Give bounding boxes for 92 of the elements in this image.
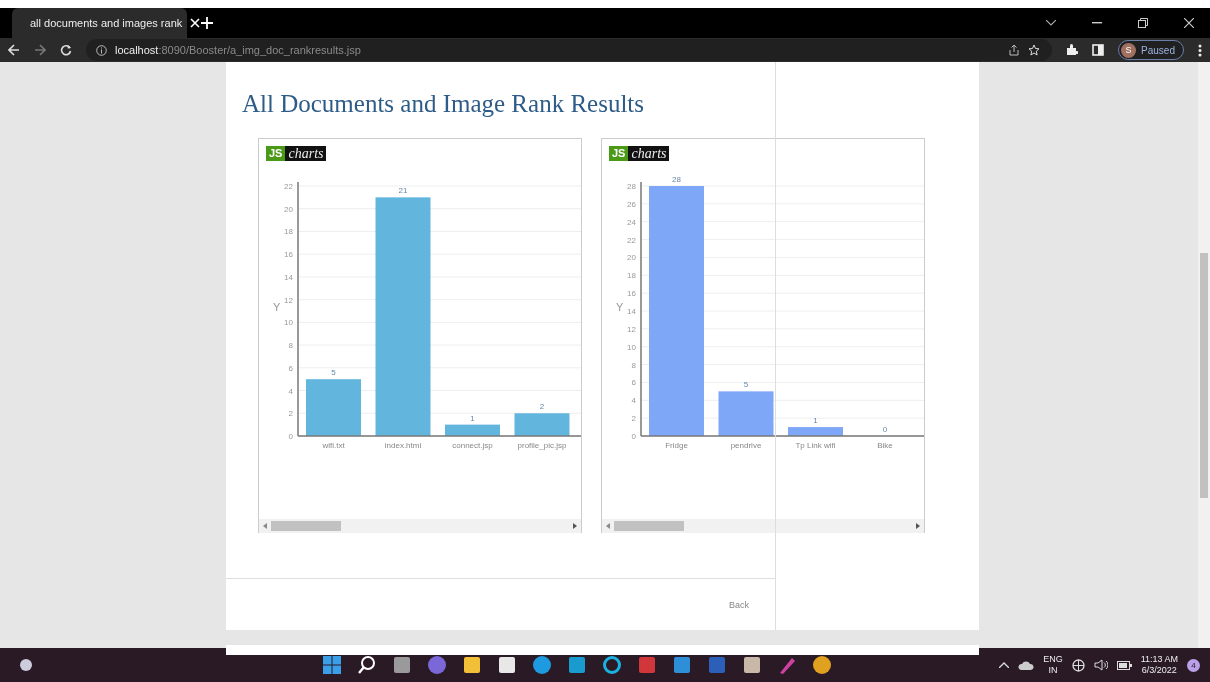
tick-label: 0: [631, 432, 636, 441]
profile-button[interactable]: S Paused: [1118, 40, 1184, 60]
tick-label: 18: [627, 271, 636, 281]
bar: [445, 424, 500, 436]
share-icon[interactable]: [1008, 44, 1021, 56]
clock[interactable]: 11:13 AM 6/3/2022: [1140, 654, 1178, 676]
tick-label: 14: [284, 272, 293, 282]
value-label: 0: [882, 425, 888, 434]
bar: [514, 413, 570, 436]
globe-icon[interactable]: [1071, 658, 1085, 672]
menu-icon[interactable]: [1198, 43, 1202, 57]
puzzle-icon[interactable]: [1066, 44, 1079, 56]
minimize-icon[interactable]: [1092, 22, 1102, 24]
cloud-icon[interactable]: [1018, 659, 1035, 671]
category-label: index.html: [384, 441, 422, 450]
speaker-icon[interactable]: [1093, 659, 1108, 671]
value-label: 5: [743, 380, 749, 390]
search-icon[interactable]: [356, 655, 377, 675]
tick-label: 2: [631, 414, 636, 424]
info-icon: [96, 44, 107, 56]
category-label: Tp Link wifi: [795, 441, 836, 450]
category-label: profile_pic.jsp: [517, 441, 567, 450]
windows-icon[interactable]: [321, 655, 342, 675]
new-tab-icon[interactable]: [201, 17, 213, 29]
category-label: pendrive: [730, 441, 762, 450]
address-bar[interactable]: localhost:8090/Booster/a_img_doc_rankresults.jsp: [86, 39, 1053, 61]
category-label: connect.jsp: [452, 441, 493, 450]
star-icon[interactable]: [1028, 44, 1041, 56]
tick-label: 12: [627, 324, 636, 334]
tick-label: 0: [288, 432, 293, 441]
restore-icon[interactable]: [1138, 18, 1148, 28]
scroll-right-icon[interactable]: [916, 523, 920, 529]
tick-label: 24: [627, 217, 636, 227]
vertical-scrollbar[interactable]: [1198, 62, 1210, 648]
category-label: Bike: [877, 441, 893, 450]
tick-label: 2: [288, 409, 293, 419]
battery-icon[interactable]: [1116, 660, 1132, 670]
logo-charts: charts: [285, 146, 327, 161]
chevron-down-icon[interactable]: [1046, 20, 1056, 26]
tick-label: 20: [627, 253, 636, 263]
logo-charts: charts: [628, 146, 670, 161]
tick-label: 28: [627, 182, 636, 191]
tick-label: 16: [627, 289, 636, 299]
category-label: Fridge: [665, 441, 688, 450]
category-label: wifi.txt: [322, 441, 345, 450]
logo-js: JS: [609, 146, 629, 161]
horizontal-scrollbar[interactable]: [602, 519, 924, 533]
logo-js: JS: [266, 146, 286, 161]
tick-label: 10: [627, 342, 636, 352]
bar: [718, 391, 774, 436]
bar: [788, 427, 843, 436]
side-panel-icon[interactable]: [1092, 44, 1105, 56]
tab-title: all documents and images rank: [30, 17, 183, 29]
close-icon[interactable]: [1184, 18, 1194, 28]
back-arrow-icon[interactable]: [8, 44, 20, 56]
ring-icon[interactable]: [601, 655, 622, 675]
value-label: 21: [398, 186, 408, 196]
language-indicator[interactable]: ENG IN: [1043, 654, 1063, 676]
tick-label: 16: [284, 250, 293, 260]
tick-label: 18: [284, 227, 293, 237]
reload-icon[interactable]: [60, 44, 72, 56]
value-label: 2: [539, 402, 545, 412]
tick-label: 12: [284, 295, 293, 305]
tick-label: 8: [288, 341, 293, 351]
value-label: 28: [672, 176, 681, 184]
tick-label: 22: [627, 235, 636, 245]
tick-label: 4: [288, 386, 293, 396]
url-text: localhost:8090/Booster/a_img_doc_rankresults.jsp: [115, 44, 361, 56]
scroll-left-icon[interactable]: [263, 523, 267, 529]
tick-label: 20: [284, 204, 293, 214]
value-label: 5: [331, 368, 336, 378]
page-title: All Documents and Image Rank Results: [242, 90, 645, 118]
scroll-right-icon[interactable]: [573, 523, 577, 529]
bar: [306, 379, 361, 436]
notification-badge[interactable]: 4: [1187, 658, 1200, 672]
value-label: 1: [813, 416, 818, 426]
tick-label: 22: [284, 182, 293, 191]
chevron-up-icon[interactable]: [999, 662, 1010, 668]
tick-label: 6: [631, 378, 636, 388]
axis-label: Y: [273, 301, 281, 313]
forward-arrow-icon[interactable]: [34, 44, 46, 56]
horizontal-scrollbar[interactable]: [259, 519, 581, 533]
tick-label: 4: [631, 396, 636, 406]
back-link[interactable]: Back: [729, 599, 749, 610]
value-label: 1: [470, 413, 475, 423]
axis-label: Y: [616, 301, 624, 313]
scroll-left-icon[interactable]: [606, 523, 610, 529]
tick-label: 8: [631, 360, 636, 370]
tick-label: 14: [627, 307, 636, 316]
tick-label: 10: [284, 318, 293, 328]
tick-label: 6: [288, 363, 293, 373]
tick-label: 26: [627, 199, 636, 209]
